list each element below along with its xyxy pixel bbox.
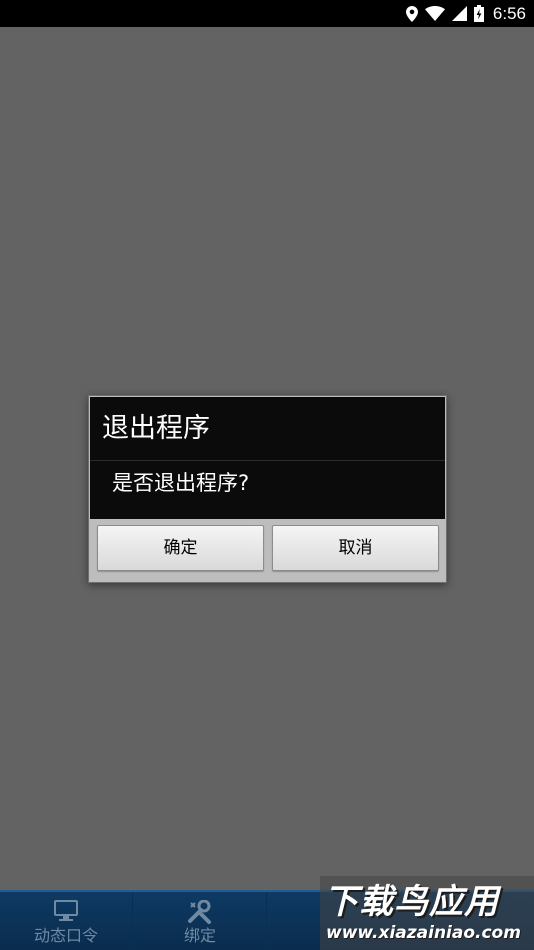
tools-icon <box>134 900 266 924</box>
dialog-message: 是否退出程序? <box>90 461 445 519</box>
watermark-url: www.xiazainiao.com <box>326 923 521 943</box>
nav-item-label: 动态口令 <box>33 926 98 945</box>
status-time: 6:56 <box>492 3 526 23</box>
battery-charging-icon <box>473 5 484 22</box>
watermark-logo: 下载鸟应用 www.xiazainiao.com <box>320 876 534 950</box>
nav-item-bind[interactable]: 绑定 <box>134 892 267 950</box>
nav-item-label: 绑定 <box>183 926 216 945</box>
status-bar: 6:56 <box>0 0 534 27</box>
dialog-button-bar: 确定 取消 <box>90 519 445 582</box>
watermark-title: 下载鸟应用 <box>324 882 499 922</box>
wifi-icon <box>424 6 445 21</box>
cell-signal-icon <box>451 6 467 21</box>
confirm-button[interactable]: 确定 <box>97 525 264 571</box>
dialog-title: 退出程序 <box>90 397 445 461</box>
monitor-icon <box>0 900 132 922</box>
nav-item-dynamic-password[interactable]: 动态口令 <box>0 892 133 950</box>
status-icons: 6:56 <box>405 0 526 27</box>
cancel-button[interactable]: 取消 <box>272 525 439 571</box>
exit-dialog: 退出程序 是否退出程序? 确定 取消 <box>88 395 447 583</box>
location-icon <box>405 5 418 22</box>
